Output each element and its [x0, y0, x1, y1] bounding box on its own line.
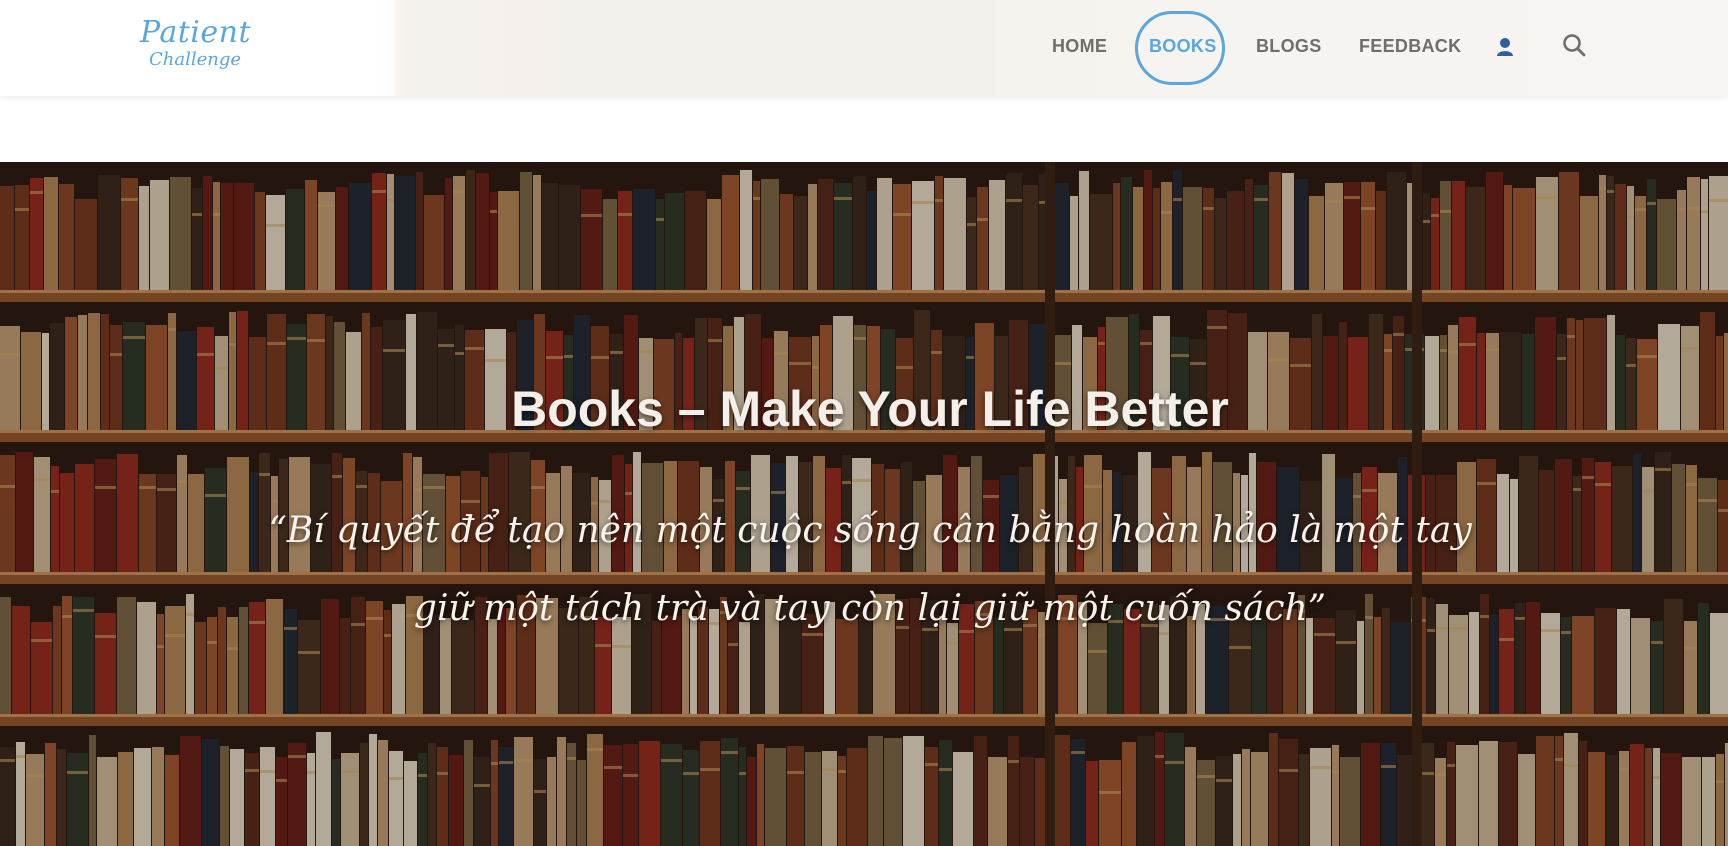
search-icon[interactable] — [1562, 33, 1586, 62]
hero-quote: “Bí quyết để tạo nên một cuộc sống cân b… — [268, 510, 1472, 629]
site-header: Patient Challenge HOME BOOKS BLOGS FEEDB… — [0, 0, 1728, 96]
logo-line-2: Challenge — [148, 49, 242, 70]
logo-line-1: Patient — [140, 15, 252, 50]
user-icon[interactable] — [1496, 37, 1514, 62]
nav-feedback[interactable]: FEEDBACK — [1359, 36, 1461, 57]
hero-title: Books – Make Your Life Better — [511, 381, 1229, 437]
nav-blogs[interactable]: BLOGS — [1256, 36, 1322, 57]
site-logo[interactable]: Patient Challenge — [140, 15, 252, 78]
nav-home[interactable]: HOME — [1052, 36, 1107, 57]
nav-books[interactable]: BOOKS — [1149, 36, 1217, 57]
header-backdrop — [395, 0, 995, 96]
hero-banner: Books – Make Your Life Better “Bí quyết … — [0, 162, 1728, 846]
